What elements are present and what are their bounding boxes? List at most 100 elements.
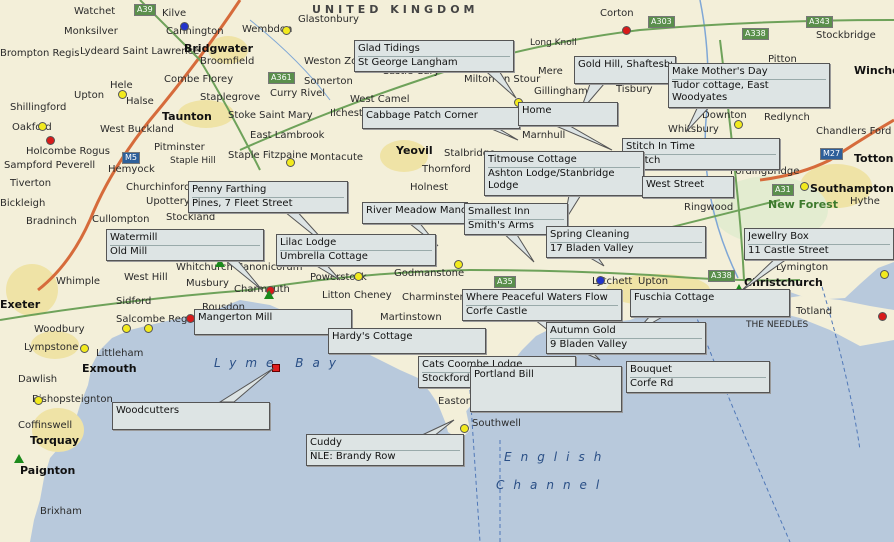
road-shield: A338 bbox=[708, 270, 735, 282]
town-label: Charmouth bbox=[234, 284, 290, 295]
town-label: Tiverton bbox=[10, 178, 52, 189]
location-marker[interactable] bbox=[596, 276, 605, 285]
town-label: Exeter bbox=[0, 298, 41, 311]
town-label: Woodbury bbox=[34, 324, 85, 335]
town-label: Lymington bbox=[776, 262, 829, 273]
town-label: Totland bbox=[796, 306, 833, 317]
town-label: Cannington bbox=[166, 26, 224, 37]
town-label: Musbury bbox=[186, 278, 229, 289]
region-label-the-needles: THE NEEDLES bbox=[746, 320, 809, 330]
location-marker[interactable] bbox=[80, 344, 89, 353]
town-label: Kilve bbox=[162, 8, 187, 19]
town-label: Southwell bbox=[472, 418, 521, 429]
town-label: Litton Cheney bbox=[322, 290, 392, 301]
callout-where-peaceful-waters-flow[interactable]: Where Peaceful Waters Flow Corfe Castle bbox=[462, 289, 622, 321]
town-label: Bradninch bbox=[26, 216, 77, 227]
town-label: Brixham bbox=[40, 506, 82, 517]
location-marker[interactable] bbox=[454, 260, 463, 269]
town-label: Bridgwater bbox=[184, 42, 254, 55]
town-label: Upton bbox=[638, 276, 669, 287]
location-marker[interactable] bbox=[144, 324, 153, 333]
callout-woodcutters[interactable]: Woodcutters bbox=[112, 402, 270, 430]
town-label: Exmouth bbox=[82, 362, 137, 375]
callout-watermill[interactable]: Watermill Old Mill bbox=[106, 229, 264, 261]
town-label: Staplegrove bbox=[200, 92, 261, 103]
town-label: Ringwood bbox=[684, 202, 734, 213]
callout-west-street[interactable]: West Street bbox=[642, 176, 734, 198]
town-label: Yeovil bbox=[396, 144, 433, 157]
location-marker[interactable] bbox=[878, 312, 887, 321]
callout-portland-bill[interactable]: Portland Bill bbox=[470, 366, 622, 412]
callout-hardys-cottage[interactable]: Hardy's Cottage bbox=[328, 328, 486, 354]
callout-jewellry-box[interactable]: Jewellry Box 11 Castle Street bbox=[744, 228, 894, 260]
callout-gold-hill[interactable]: Gold Hill, Shaftesbury bbox=[574, 56, 676, 84]
callout-fuschia-cottage[interactable]: Fuschia Cottage bbox=[630, 289, 790, 317]
callout-spring-cleaning[interactable]: Spring Cleaning 17 Bladen Valley bbox=[546, 226, 706, 258]
sea-label-english: English bbox=[504, 450, 611, 464]
town-label: West Hill bbox=[124, 272, 168, 283]
callout-cuddy[interactable]: Cuddy NLE: Brandy Row bbox=[306, 434, 464, 466]
callout-home[interactable]: Home bbox=[518, 102, 618, 126]
location-marker[interactable] bbox=[354, 272, 363, 281]
callout-glad-tidings[interactable]: Glad Tidings St George Langham bbox=[354, 40, 514, 72]
callout-titmouse-cottage[interactable]: Titmouse Cottage Ashton Lodge/Stanbridge L… bbox=[484, 151, 644, 196]
location-marker[interactable] bbox=[880, 270, 889, 279]
town-label: Martinstown bbox=[380, 312, 442, 323]
town-label: Tisbury bbox=[616, 84, 653, 95]
town-label: West Buckland bbox=[100, 124, 174, 135]
callout-penny-farthing[interactable]: Penny Farthing Pines, 7 Fleet Street bbox=[188, 181, 348, 213]
town-label: Combe Florey bbox=[164, 74, 234, 85]
sea-label-channel: Channel bbox=[496, 478, 609, 492]
ferry-route bbox=[469, 389, 481, 542]
location-marker[interactable] bbox=[46, 136, 55, 145]
callout-autumn-gold[interactable]: Autumn Gold 9 Bladen Valley bbox=[546, 322, 706, 354]
road-shield: M5 bbox=[122, 152, 140, 164]
town-label: Dawlish bbox=[18, 374, 58, 385]
location-marker[interactable] bbox=[118, 90, 127, 99]
callout-stitch-in-time[interactable]: Stitch In TimeThatch bbox=[622, 138, 780, 170]
town-label: Christchurch bbox=[744, 276, 823, 289]
location-marker[interactable] bbox=[460, 424, 469, 433]
location-marker[interactable] bbox=[122, 324, 131, 333]
callout-lilac-lodge[interactable]: Lilac Lodge Umbrella Cottage bbox=[276, 234, 436, 266]
town-label: Stoke Saint Mary bbox=[228, 110, 313, 121]
town-label: Corton bbox=[600, 8, 634, 19]
landmark-marker[interactable] bbox=[14, 454, 24, 463]
location-marker[interactable] bbox=[38, 122, 47, 131]
town-label: Curry Rivel bbox=[270, 88, 326, 99]
town-label: Lydeard Saint Lawrence bbox=[80, 46, 200, 57]
town-label: Stockbridge bbox=[816, 30, 876, 41]
road-shield: M27 bbox=[820, 148, 844, 160]
location-marker[interactable] bbox=[622, 26, 631, 35]
location-marker[interactable] bbox=[34, 396, 43, 405]
town-label: Sidford bbox=[116, 296, 152, 307]
callout-river-meadow-manor[interactable]: River Meadow Manor bbox=[362, 202, 468, 224]
town-label: Pitminster bbox=[154, 142, 205, 153]
location-marker[interactable] bbox=[734, 120, 743, 129]
town-label: Churchinford bbox=[126, 182, 191, 193]
town-label: Mere bbox=[538, 66, 563, 77]
map-canvas[interactable]: UNITED KINGDOM Lyme Bay English Channel … bbox=[0, 0, 894, 542]
town-label: Halse bbox=[126, 96, 154, 107]
location-marker[interactable] bbox=[286, 158, 295, 167]
town-label: Gillingham bbox=[534, 86, 588, 97]
road-shield: A35 bbox=[494, 276, 516, 288]
location-marker[interactable] bbox=[180, 22, 189, 31]
location-marker[interactable] bbox=[282, 26, 291, 35]
town-label: Upottery bbox=[146, 196, 190, 207]
callout-cabbage-patch-corner[interactable]: Cabbage Patch Corner bbox=[362, 107, 520, 129]
location-marker[interactable] bbox=[800, 182, 809, 191]
landmark-marker[interactable] bbox=[264, 290, 274, 299]
callout-make-mothers-day[interactable]: Make Mother's Day Tudor cottage, East Wood… bbox=[668, 63, 830, 108]
callout-bouquet[interactable]: Bouquet Corfe Rd bbox=[626, 361, 770, 393]
town-label: Staple Hill bbox=[170, 156, 216, 166]
town-label: Marnhull bbox=[522, 130, 566, 141]
woodcutters-marker[interactable] bbox=[272, 364, 280, 372]
town-label: Somerton bbox=[304, 76, 353, 87]
town-label: Totton bbox=[854, 152, 894, 165]
town-label: Upton bbox=[74, 90, 105, 101]
road-shield: A39 bbox=[134, 4, 156, 16]
town-label: Holcombe Rogus bbox=[26, 146, 110, 157]
road-shield: A343 bbox=[806, 16, 833, 28]
town-label: Sampford Peverell bbox=[4, 160, 96, 171]
